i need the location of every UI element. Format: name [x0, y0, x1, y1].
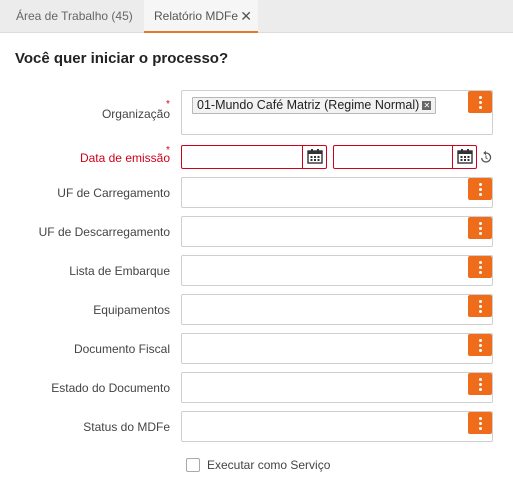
status-mdfe-options-button[interactable] — [468, 412, 492, 434]
lista-embarque-label: Lista de Embarque — [69, 264, 170, 278]
page-title: Você quer iniciar o processo? — [15, 50, 229, 67]
data-emissao-to-input[interactable] — [333, 145, 477, 169]
calendar-icon[interactable] — [452, 146, 476, 168]
status-mdfe-label: Status do MDFe — [83, 420, 170, 434]
remove-tag-icon[interactable]: ✕ — [422, 101, 432, 110]
documento-fiscal-field[interactable] — [181, 333, 493, 364]
equipamentos-label: Equipamentos — [93, 303, 170, 317]
tab-label: Área de Trabalho (45) — [16, 9, 133, 23]
organizacao-options-button[interactable] — [468, 91, 492, 113]
tab-relatorio-mdfe[interactable]: Relatório MDFe ✕ — [144, 0, 258, 33]
uf-carregamento-options-button[interactable] — [468, 178, 492, 200]
organizacao-field[interactable]: 01-Mundo Café Matriz (Regime Normal) ✕ — [181, 90, 493, 135]
data-emissao-label: Data de emissão — [79, 151, 170, 165]
data-emissao-from-input[interactable] — [181, 145, 327, 169]
kebab-icon — [479, 417, 482, 420]
uf-descarregamento-options-button[interactable] — [468, 217, 492, 239]
status-mdfe-field[interactable] — [181, 411, 493, 442]
kebab-icon — [479, 300, 482, 303]
uf-descarregamento-label: UF de Descarregamento — [38, 225, 170, 239]
organizacao-tag: 01-Mundo Café Matriz (Regime Normal) ✕ — [192, 97, 437, 114]
estado-documento-options-button[interactable] — [468, 373, 492, 395]
kebab-icon — [479, 183, 482, 186]
required-mark: * — [166, 145, 170, 156]
executar-servico-label: Executar como Serviço — [207, 458, 331, 472]
required-mark: * — [166, 99, 170, 110]
close-icon[interactable]: ✕ — [240, 0, 252, 33]
equipamentos-field[interactable] — [181, 294, 493, 325]
kebab-icon — [479, 261, 482, 264]
executar-servico-checkbox[interactable] — [186, 458, 200, 472]
kebab-icon — [479, 339, 482, 342]
organizacao-tag-label: 01-Mundo Café Matriz (Regime Normal) — [197, 98, 420, 112]
organizacao-label: Organização — [101, 107, 170, 121]
estado-documento-label: Estado do Documento — [51, 381, 170, 395]
documento-fiscal-options-button[interactable] — [468, 334, 492, 356]
tab-label: Relatório MDFe — [154, 9, 239, 23]
lista-embarque-options-button[interactable] — [468, 256, 492, 278]
lista-embarque-field[interactable] — [181, 255, 493, 286]
documento-fiscal-label: Documento Fiscal — [73, 342, 170, 356]
equipamentos-options-button[interactable] — [468, 295, 492, 317]
uf-carregamento-label: UF de Carregamento — [57, 186, 170, 200]
kebab-icon — [479, 378, 482, 381]
tab-bar: Área de Trabalho (45) Relatório MDFe ✕ — [0, 0, 513, 33]
uf-descarregamento-field[interactable] — [181, 216, 493, 247]
kebab-icon — [479, 222, 482, 225]
kebab-icon — [479, 96, 482, 99]
estado-documento-field[interactable] — [181, 372, 493, 403]
uf-carregamento-field[interactable] — [181, 177, 493, 208]
tab-area-de-trabalho[interactable]: Área de Trabalho (45) — [6, 0, 143, 33]
calendar-icon[interactable] — [302, 146, 326, 168]
reset-date-icon[interactable] — [480, 150, 492, 164]
